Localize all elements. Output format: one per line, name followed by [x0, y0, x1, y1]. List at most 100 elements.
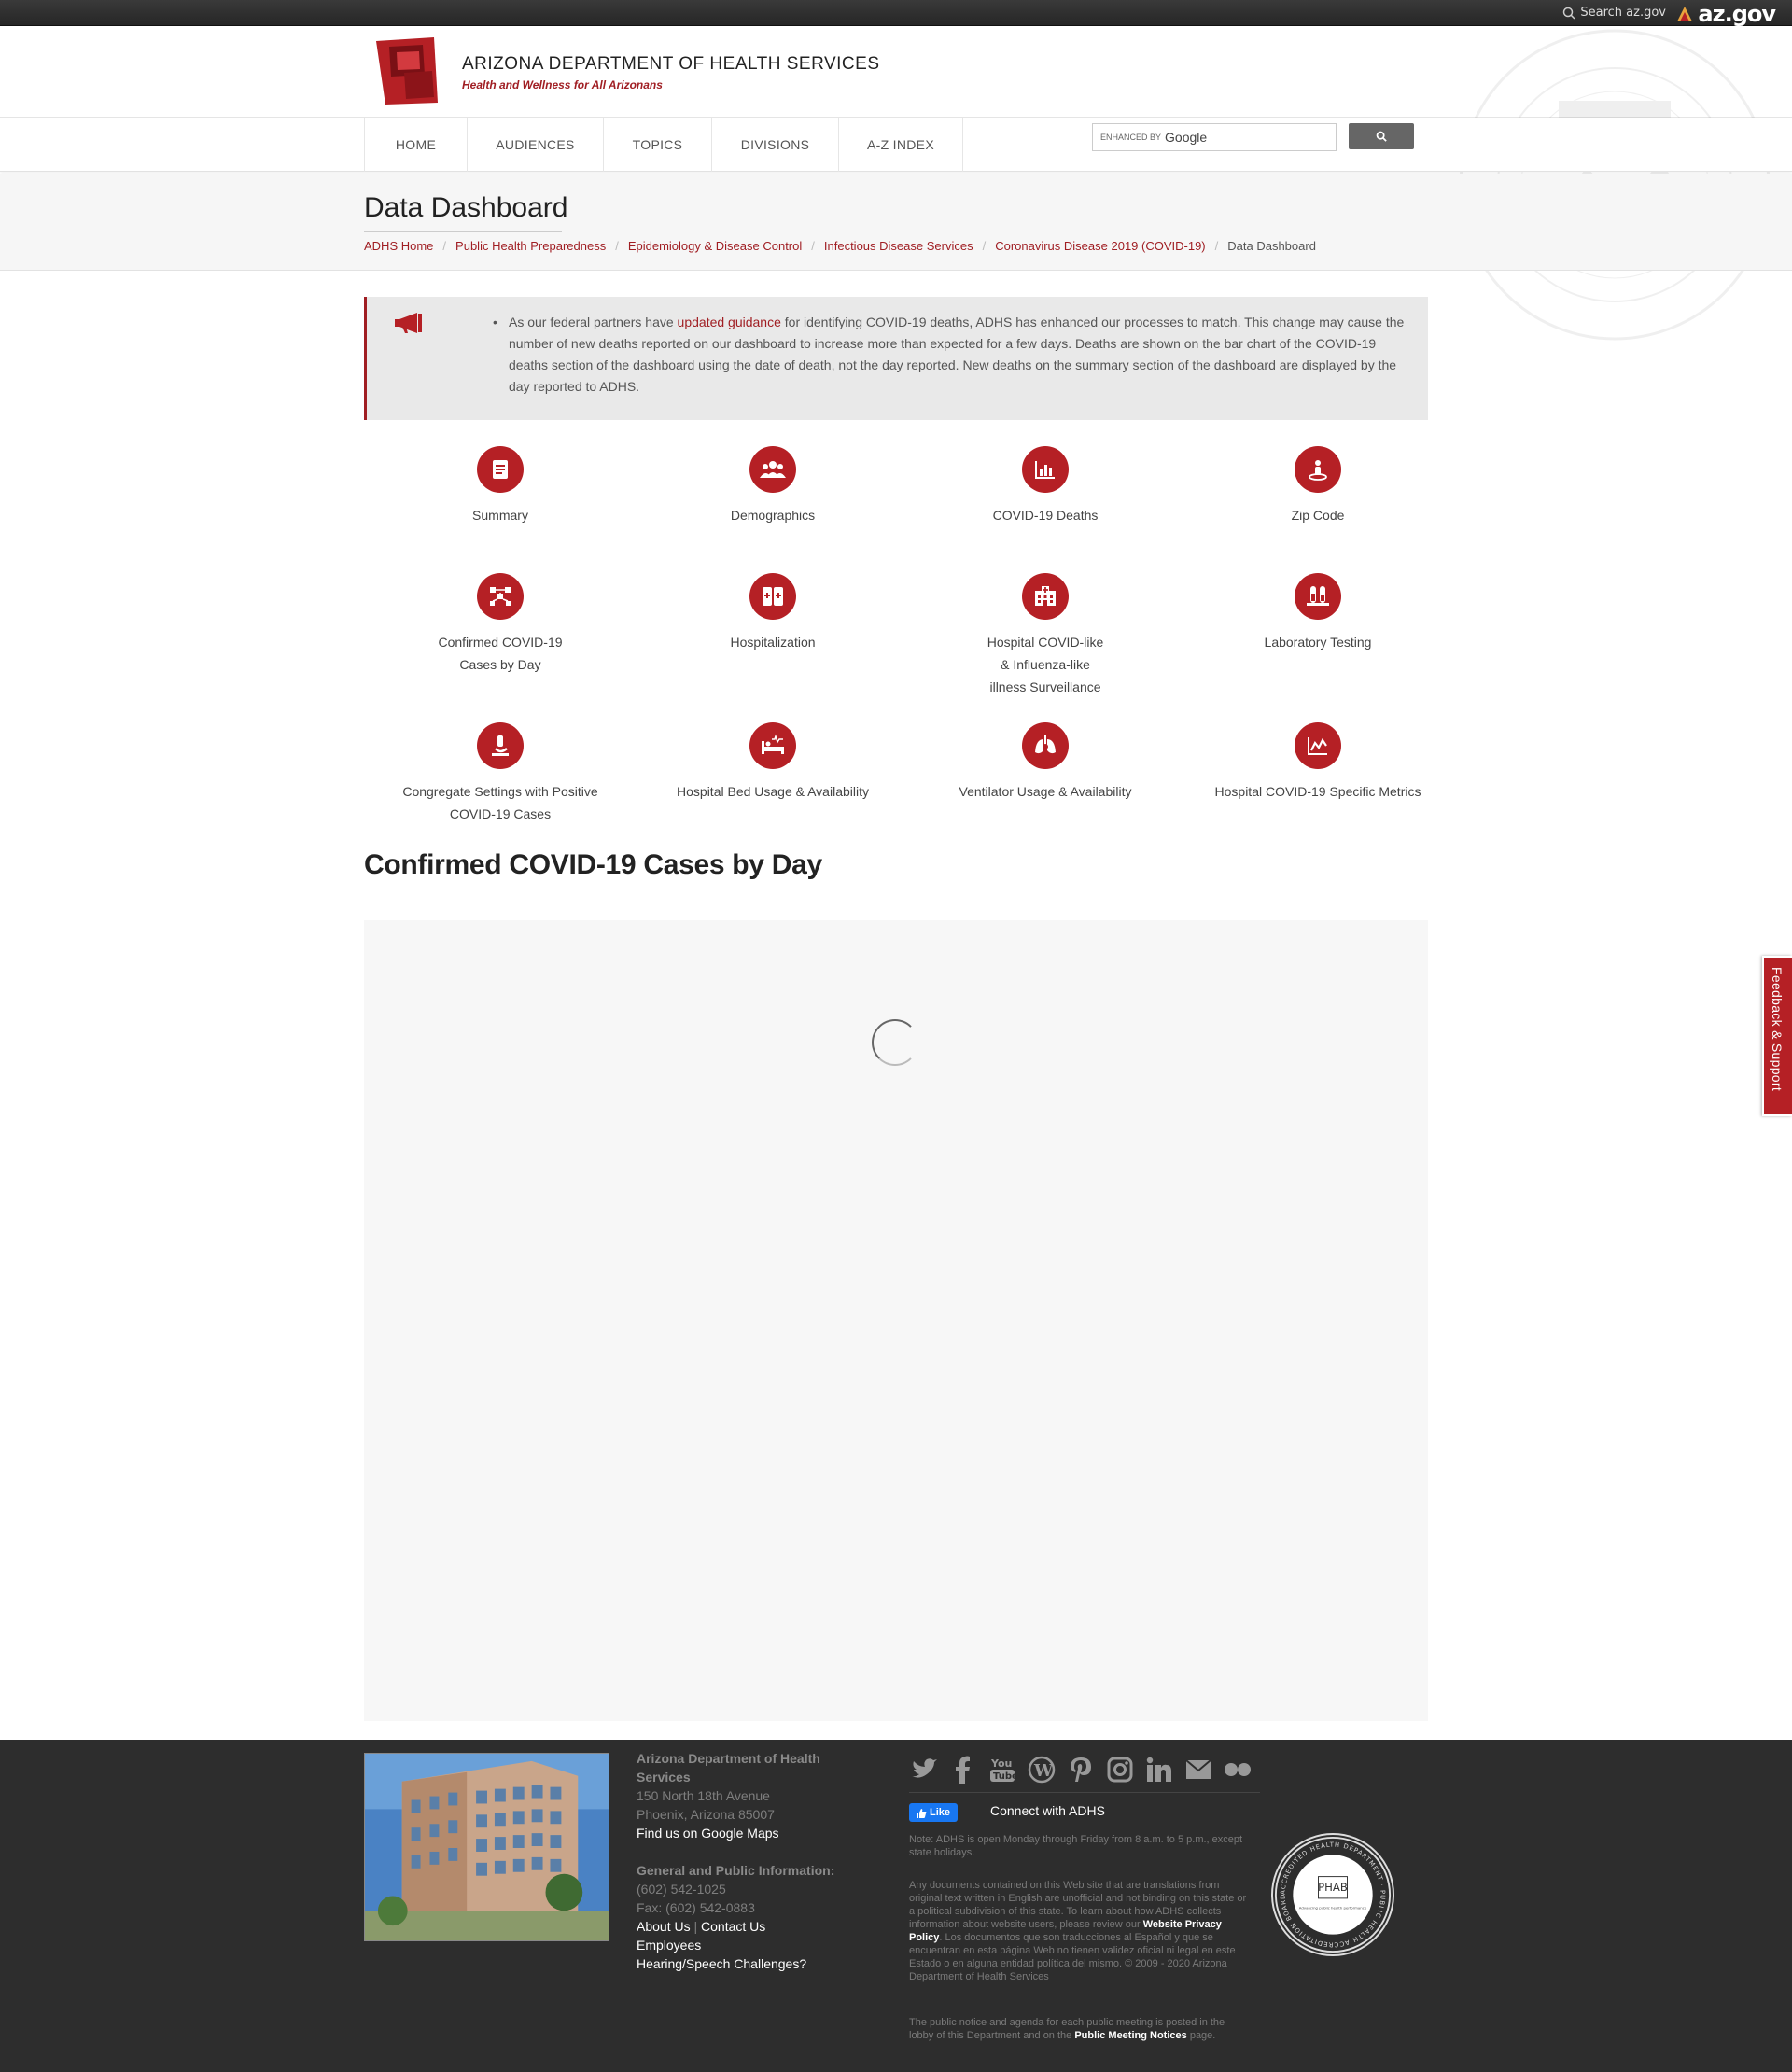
phab-accreditation-seal: ACCREDITED HEALTH DEPARTMENT · PUBLIC HE… [1271, 1833, 1394, 1956]
adhs-building-photo [364, 1753, 609, 1941]
tile-zip-code[interactable]: Zip Code [1182, 446, 1454, 526]
search-icon [1563, 7, 1575, 20]
tile-laboratory-testing[interactable]: Laboratory Testing [1182, 573, 1454, 653]
tile-label: Ventilator Usage & Availability [959, 784, 1132, 799]
breadcrumb-separator: / [442, 239, 447, 253]
title-divider [364, 231, 562, 232]
email-icon[interactable] [1183, 1755, 1213, 1785]
pinterest-icon[interactable] [1066, 1755, 1096, 1785]
tile-label: Hospital Bed Usage & Availability [677, 784, 869, 799]
state-top-bar: Search az.gov az.gov [0, 0, 1792, 27]
breadcrumb-public-health-preparedness[interactable]: Public Health Preparedness [455, 239, 606, 253]
twitter-icon[interactable] [909, 1755, 939, 1785]
svg-text:You: You [990, 1757, 1012, 1770]
nav-item-topics[interactable]: TOPICS [603, 118, 711, 172]
phab-mark: PHAB [1318, 1881, 1348, 1894]
tile-label-line: & Influenza-like [1001, 657, 1090, 672]
search-az-gov-label: Search az.gov [1580, 6, 1666, 20]
google-label: Google [1165, 130, 1208, 145]
tile-label-line: Confirmed COVID-19 [438, 635, 563, 650]
breadcrumb-separator: / [982, 239, 987, 253]
tile-congregate-settings[interactable]: Congregate Settings with Positive COVID-1… [364, 722, 637, 825]
nav-item-audiences[interactable]: AUDIENCES [467, 118, 603, 172]
footer-spacer [637, 1842, 851, 1861]
az-gov-label: az.gov [1698, 1, 1776, 27]
linkedin-icon[interactable] [1144, 1755, 1174, 1785]
tile-summary[interactable]: Summary [364, 446, 637, 526]
adhs-logo[interactable] [376, 37, 441, 105]
employees-link[interactable]: Employees [637, 1936, 851, 1954]
footer-link-separator: | [693, 1919, 698, 1934]
instagram-icon[interactable] [1105, 1755, 1135, 1785]
nav-item-divisions[interactable]: DIVISIONS [711, 118, 838, 172]
footer-org-name: Arizona Department of Health Services [637, 1751, 820, 1785]
tile-hospital-bed-usage[interactable]: Hospital Bed Usage & Availability [637, 722, 909, 803]
google-search-button[interactable] [1349, 123, 1414, 149]
footer-contact: Arizona Department of Health Services 15… [637, 1749, 851, 1973]
contact-us-link[interactable]: Contact Us [701, 1919, 765, 1934]
alert-text-pre: As our federal partners have [509, 315, 678, 329]
youtube-icon[interactable]: You Tube [987, 1755, 1017, 1785]
footer-fax: Fax: (602) 542-0883 [637, 1900, 755, 1915]
tile-hospitalization[interactable]: Hospitalization [637, 573, 909, 653]
tile-label-line: Congregate Settings with Positive [402, 784, 598, 799]
meeting-note-post: page. [1186, 2030, 1216, 2041]
tile-hospital-covid-like-surveillance[interactable]: Hospital COVID-like & Influenza-like illne… [909, 573, 1182, 698]
footer-phone: (602) 542-1025 [637, 1882, 726, 1897]
alert-text: As our federal partners have updated gui… [493, 312, 1419, 398]
section-title: Confirmed COVID-19 Cases by Day [364, 849, 822, 880]
breadcrumb-covid-19[interactable]: Coronavirus Disease 2019 (COVID-19) [995, 239, 1205, 253]
footer-address-line: Phoenix, Arizona 85007 [637, 1807, 775, 1822]
loading-spinner-icon [872, 1019, 918, 1066]
footer-meeting-note: The public notice and agenda for each pu… [909, 2016, 1247, 2042]
facebook-icon[interactable] [948, 1755, 978, 1785]
hearing-speech-link[interactable]: Hearing/Speech Challenges? [637, 1954, 851, 1973]
facebook-like-label: Like [929, 1807, 950, 1818]
feedback-support-tab[interactable]: Feedback & Support [1762, 956, 1792, 1116]
tile-ventilator-usage[interactable]: Ventilator Usage & Availability [909, 722, 1182, 803]
hospital-bed-icon [749, 722, 796, 769]
footer-hours-note: Note: ADHS is open Monday through Friday… [909, 1834, 1243, 1858]
breadcrumb-separator: / [1214, 239, 1219, 253]
breadcrumb-infectious-disease[interactable]: Infectious Disease Services [824, 239, 973, 253]
arizona-sun-icon [1677, 7, 1693, 21]
tile-confirmed-cases-by-day[interactable]: Confirmed COVID-19 Cases by Day [364, 573, 637, 676]
facebook-like-button[interactable]: Like [909, 1803, 958, 1822]
medical-kits-icon [749, 573, 796, 620]
document-icon [477, 446, 524, 493]
dashboard-embed-panel[interactable] [364, 920, 1428, 1721]
test-tubes-icon [1295, 573, 1341, 620]
breadcrumb-epidemiology[interactable]: Epidemiology & Disease Control [628, 239, 802, 253]
google-search-input[interactable]: ENHANCED BY Google [1092, 123, 1337, 151]
nav-item-a-z-index[interactable]: A-Z INDEX [838, 118, 963, 172]
about-us-link[interactable]: About Us [637, 1919, 691, 1934]
breadcrumb-separator: / [811, 239, 815, 253]
tile-label: Hospital COVID-19 Specific Metrics [1214, 784, 1421, 799]
page-title: Data Dashboard [364, 192, 568, 223]
tile-label: Demographics [730, 508, 816, 523]
flickr-icon[interactable] [1223, 1755, 1253, 1785]
tile-hospital-covid-metrics[interactable]: Hospital COVID-19 Specific Metrics [1182, 722, 1454, 803]
feedback-support-label: Feedback & Support [1770, 967, 1785, 1092]
tile-covid-deaths[interactable]: COVID-19 Deaths [909, 446, 1182, 526]
thumbs-up-icon [916, 1808, 927, 1818]
nav-item-home[interactable]: HOME [364, 118, 467, 172]
phab-subtitle: Advancing public health performance [1299, 1906, 1367, 1911]
tagline: Health and Wellness for All Arizonans [462, 78, 663, 91]
wordpress-icon[interactable]: W [1027, 1755, 1057, 1785]
footer-links-row: About Us | Contact Us [637, 1917, 851, 1936]
breadcrumb-adhs-home[interactable]: ADHS Home [364, 239, 433, 253]
az-gov-logo[interactable]: az.gov [1675, 1, 1776, 27]
hospital-icon [1022, 573, 1069, 620]
tile-label-line: illness Surveillance [989, 679, 1101, 694]
public-meeting-notices-link[interactable]: Public Meeting Notices [1074, 2030, 1186, 2041]
search-az-gov-link[interactable]: Search az.gov [1562, 6, 1666, 20]
updated-guidance-link[interactable]: updated guidance [678, 315, 781, 329]
breadcrumb: ADHS Home / Public Health Preparedness / E… [364, 239, 1316, 253]
site-header: ARIZONA DEPARTMENT OF HEALTH SERVICES He… [0, 26, 1792, 118]
search-enhanced-label: ENHANCED BY [1100, 133, 1162, 142]
connect-with-adhs: Connect with ADHS [990, 1803, 1105, 1818]
tile-demographics[interactable]: Demographics [637, 446, 909, 526]
footer-divider [909, 1792, 1260, 1793]
google-maps-link[interactable]: Find us on Google Maps [637, 1824, 851, 1842]
